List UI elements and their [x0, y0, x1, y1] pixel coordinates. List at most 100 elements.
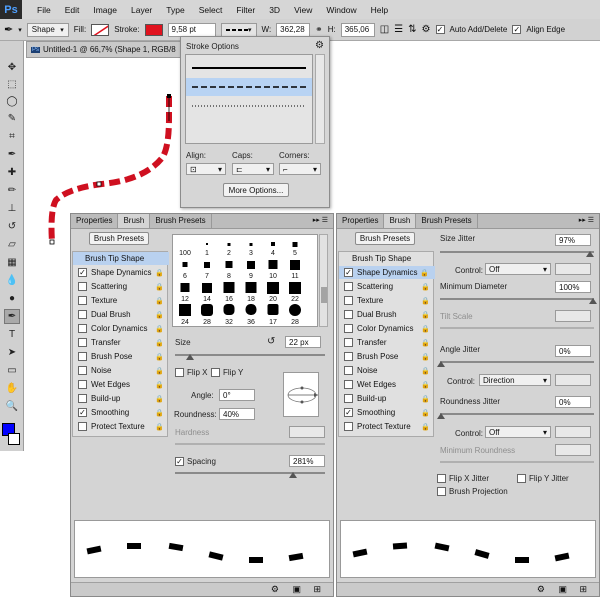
lock-icon[interactable]: 🔒 [155, 325, 164, 333]
lock-icon[interactable]: 🔒 [155, 423, 164, 431]
menu-edit[interactable]: Edit [58, 5, 87, 15]
marquee-tool-icon[interactable]: ⬚ [4, 77, 20, 92]
size-jitter-slider-thumb[interactable] [586, 251, 594, 257]
document-tab[interactable]: Ps Untitled-1 @ 66,7% (Shape 1, RGB/8 [26, 41, 181, 58]
brush-list-item-dual-brush[interactable]: Dual Brush 🔒 [344, 308, 436, 321]
lock-icon[interactable]: 🔒 [421, 297, 430, 305]
brush-list-item-color-dynamics[interactable]: Color Dynamics 🔒 [78, 322, 170, 335]
blur-tool-icon[interactable]: 💧 [4, 273, 20, 288]
checkbox[interactable] [78, 422, 87, 431]
brush-tip[interactable]: 6 [175, 258, 195, 281]
lock-icon[interactable]: 🔒 [421, 311, 430, 319]
roundness-jitter-slider-thumb[interactable] [437, 413, 445, 419]
settings-gear-icon[interactable]: ⚙ [422, 24, 431, 35]
brush-tip[interactable]: 24 [175, 304, 195, 326]
healing-brush-tool-icon[interactable]: ✚ [4, 165, 20, 180]
flip-x-option[interactable]: Flip X [175, 368, 207, 377]
angle-jitter-slider-thumb[interactable] [437, 361, 445, 367]
quick-selection-tool-icon[interactable]: ✎ [4, 111, 20, 126]
eyedropper-tool-icon[interactable]: ✒ [4, 147, 20, 162]
size-jitter-field[interactable]: 97% [555, 234, 591, 246]
stroke-swatch[interactable] [144, 23, 163, 36]
anchor-point[interactable] [49, 239, 55, 245]
lock-icon[interactable]: 🔒 [421, 325, 430, 333]
corners-select[interactable]: ⌐ [279, 163, 321, 175]
menu-view[interactable]: View [287, 5, 319, 15]
spacing-slider[interactable] [175, 472, 325, 474]
move-tool-icon[interactable]: ✥ [4, 60, 20, 75]
scrollbar-thumb[interactable] [321, 287, 327, 303]
roundness-field[interactable]: 40% [219, 408, 255, 420]
tab-properties[interactable]: Properties [337, 214, 385, 228]
checkbox[interactable] [344, 282, 353, 291]
brush-tip[interactable]: 11 [285, 258, 305, 281]
zoom-tool-icon[interactable]: 🔍 [4, 399, 20, 414]
checkbox[interactable] [78, 380, 87, 389]
path-arrangement-icon[interactable]: ⇅ [408, 24, 416, 35]
brush-list-item-protect-texture[interactable]: Protect Texture 🔒 [78, 420, 170, 433]
brush-tool-icon[interactable]: ✏ [4, 183, 20, 198]
lock-icon[interactable]: 🔒 [421, 395, 430, 403]
spacing-slider-thumb[interactable] [289, 472, 297, 478]
spacing-field[interactable]: 281% [289, 455, 325, 467]
minimum-diameter-field[interactable]: 100% [555, 281, 591, 293]
link-icon[interactable]: ⚭ [315, 24, 323, 35]
brush-presets-button[interactable]: Brush Presets [355, 232, 415, 245]
menu-file[interactable]: File [30, 5, 58, 15]
lock-icon[interactable]: 🔒 [155, 269, 164, 277]
path-selection-tool-icon[interactable]: ➤ [4, 345, 20, 360]
menu-select[interactable]: Select [192, 5, 230, 15]
checkbox[interactable] [78, 296, 87, 305]
checkbox[interactable] [175, 368, 184, 377]
menu-filter[interactable]: Filter [229, 5, 262, 15]
brush-list-item-transfer[interactable]: Transfer 🔒 [78, 336, 170, 349]
pen-tool-active-icon[interactable]: ✒ [4, 309, 20, 324]
lock-icon[interactable]: 🔒 [155, 297, 164, 305]
size-slider[interactable] [175, 354, 325, 356]
checkbox[interactable] [344, 352, 353, 361]
angle-jitter-field[interactable]: 0% [555, 345, 591, 357]
checkbox[interactable] [344, 324, 353, 333]
height-field[interactable]: 365,06 [340, 22, 375, 37]
lock-icon[interactable]: 🔒 [421, 409, 430, 417]
checkbox[interactable] [344, 366, 353, 375]
brush-tip[interactable]: 12 [175, 281, 195, 304]
brush-tip[interactable]: 100 [175, 235, 195, 258]
brush-tip[interactable]: 10 [263, 258, 283, 281]
brush-tip[interactable]: 36 [241, 304, 261, 326]
path-alignment-icon[interactable]: ☰ [394, 24, 403, 35]
clone-stamp-tool-icon[interactable]: ⊥ [4, 201, 20, 216]
checkbox[interactable]: ✓ [344, 408, 353, 417]
brush-projection-option[interactable]: Brush Projection [437, 487, 508, 496]
brush-list-item-wet-edges[interactable]: Wet Edges 🔒 [78, 378, 170, 391]
crop-tool-icon[interactable]: ⌗ [4, 129, 20, 144]
checkbox[interactable] [78, 338, 87, 347]
menu-layer[interactable]: Layer [124, 5, 159, 15]
tool-mode-select[interactable]: Shape ▾ [26, 22, 69, 37]
brush-list-item-scattering[interactable]: Scattering 🔒 [78, 280, 170, 293]
brush-tip[interactable]: 14 [197, 281, 217, 304]
brush-list-item-color-dynamics[interactable]: Color Dynamics 🔒 [344, 322, 436, 335]
brush-tip[interactable]: 20 [263, 281, 283, 304]
flip-y-jitter-option[interactable]: Flip Y Jitter [517, 474, 569, 483]
checkbox[interactable] [344, 310, 353, 319]
tab-brush-presets[interactable]: Brush Presets [150, 214, 212, 228]
minimum-diameter-slider[interactable] [440, 298, 594, 300]
lock-icon[interactable]: 🔒 [155, 381, 164, 389]
create-brush-icon[interactable]: ▣ [292, 584, 301, 595]
brush-list-item-brush-pose[interactable]: Brush Pose 🔒 [78, 350, 170, 363]
checkbox[interactable] [344, 338, 353, 347]
tab-brush[interactable]: Brush [384, 214, 417, 228]
pen-tool-icon[interactable]: ✒ [4, 23, 13, 36]
brush-tip[interactable]: 7 [197, 258, 217, 281]
brush-list-item-transfer[interactable]: Transfer 🔒 [344, 336, 436, 349]
spacing-option[interactable]: ✓ Spacing [175, 457, 216, 466]
size-jitter-slider[interactable] [440, 251, 594, 253]
solid-line-option[interactable] [186, 59, 312, 77]
angle-control-select[interactable]: Direction [479, 374, 551, 386]
checkbox[interactable] [78, 310, 87, 319]
brush-tip[interactable]: 2 [219, 235, 239, 258]
roundness-jitter-field[interactable]: 0% [555, 396, 591, 408]
fill-swatch[interactable] [91, 23, 110, 36]
lock-icon[interactable]: 🔒 [421, 339, 430, 347]
